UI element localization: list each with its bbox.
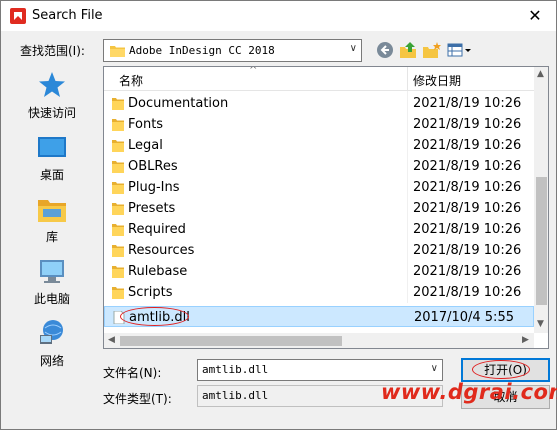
file-name: Required: [128, 222, 186, 237]
scroll-down-icon[interactable]: ▼: [537, 319, 544, 329]
file-row[interactable]: Plug-Ins 2021/8/19 10:26: [104, 177, 534, 198]
file-name: Rulebase: [128, 264, 188, 279]
scroll-up-icon[interactable]: ▲: [537, 69, 544, 79]
annotation-circle: [120, 307, 189, 326]
place-quick-access[interactable]: 快速访问: [7, 66, 97, 126]
back-icon[interactable]: [376, 41, 396, 61]
column-header-name[interactable]: 名称: [119, 72, 143, 89]
file-list-header: ^ 名称 修改日期: [104, 67, 534, 91]
file-date: 2017/10/4 5:55: [414, 310, 514, 325]
filename-value[interactable]: amtlib.dll: [202, 363, 268, 376]
filename-label: 文件名(N):: [103, 366, 162, 380]
file-row[interactable]: OBLRes 2021/8/19 10:26: [104, 156, 534, 177]
file-name: Scripts: [128, 285, 173, 300]
filetype-label: 文件类型(T):: [103, 392, 172, 406]
file-name: Presets: [128, 201, 176, 216]
file-row[interactable]: Rulebase 2021/8/19 10:26: [104, 261, 534, 282]
file-name: Plug-Ins: [128, 180, 180, 195]
place-label: 桌面: [39, 168, 64, 182]
new-folder-icon[interactable]: [422, 41, 442, 61]
view-menu-icon[interactable]: [447, 41, 473, 61]
chevron-down-icon: ∨: [349, 43, 357, 54]
window-title: Search File: [32, 8, 103, 23]
file-list[interactable]: ^ 名称 修改日期 Documentation 2021/8/19 10:26 Fo…: [103, 66, 549, 349]
file-row[interactable]: Presets 2021/8/19 10:26: [104, 198, 534, 219]
file-date: 2021/8/19 10:26: [413, 96, 522, 111]
scroll-thumb[interactable]: [120, 336, 342, 346]
folder-icon: [112, 161, 124, 173]
place-this-pc[interactable]: 此电脑: [7, 252, 97, 312]
quick-access-icon: [37, 70, 67, 100]
file-row[interactable]: Legal 2021/8/19 10:26: [104, 135, 534, 156]
title-bar: Search File ✕: [1, 1, 556, 31]
file-name: Legal: [128, 138, 163, 153]
file-date: 2021/8/19 10:26: [413, 285, 522, 300]
file-date: 2021/8/19 10:26: [413, 264, 522, 279]
look-in-dropdown[interactable]: Adobe InDesign CC 2018 ∨: [103, 39, 362, 62]
horizontal-scrollbar[interactable]: ◀ ▶: [104, 333, 534, 348]
folder-icon: [112, 224, 124, 236]
file-date: 2021/8/19 10:26: [413, 138, 522, 153]
folder-icon: [112, 266, 124, 278]
place-label: 库: [45, 230, 58, 244]
file-row-selected[interactable]: amtlib.dll 2017/10/4 5:55: [104, 306, 534, 327]
folder-icon: [112, 182, 124, 194]
filetype-value: amtlib.dll: [202, 389, 269, 402]
file-name: Resources: [128, 243, 195, 258]
file-row[interactable]: Scripts 2021/8/19 10:26: [104, 282, 534, 303]
desktop-icon: [37, 132, 67, 162]
this-pc-icon: [37, 256, 67, 286]
column-separator[interactable]: [407, 67, 408, 91]
place-label: 快速访问: [27, 106, 76, 120]
file-date: 2021/8/19 10:26: [413, 201, 522, 216]
file-date: 2021/8/19 10:26: [413, 117, 522, 132]
app-icon: [10, 8, 26, 24]
place-network[interactable]: 网络: [7, 314, 97, 374]
file-date: 2021/8/19 10:26: [413, 159, 522, 174]
up-folder-icon[interactable]: [399, 41, 419, 61]
filename-input[interactable]: amtlib.dll ∨: [197, 359, 443, 381]
folder-icon: [112, 98, 124, 110]
watermark: www.dgrai.com: [381, 380, 557, 404]
column-header-date[interactable]: 修改日期: [413, 72, 461, 89]
place-label: 网络: [39, 354, 64, 368]
file-name: OBLRes: [128, 159, 178, 174]
folder-icon: [112, 287, 124, 299]
places-bar: 快速访问 桌面 库 此电脑 网络: [7, 66, 97, 386]
close-button[interactable]: ✕: [521, 5, 549, 27]
sort-ascending-icon: ^: [249, 66, 258, 76]
folder-icon: [112, 245, 124, 257]
place-libraries[interactable]: 库: [7, 190, 97, 250]
look-in-label: 查找范围(I):: [20, 44, 85, 58]
file-row[interactable]: Required 2021/8/19 10:26: [104, 219, 534, 240]
file-date: 2021/8/19 10:26: [413, 243, 522, 258]
file-row[interactable]: Documentation 2021/8/19 10:26: [104, 93, 534, 114]
look-in-value: Adobe InDesign CC 2018: [129, 44, 275, 57]
network-icon: [37, 318, 67, 348]
place-desktop[interactable]: 桌面: [7, 128, 97, 188]
file-name: Documentation: [128, 96, 229, 111]
folder-icon: [110, 46, 125, 57]
file-date: 2021/8/19 10:26: [413, 180, 522, 195]
scroll-right-icon[interactable]: ▶: [522, 335, 529, 345]
chevron-down-icon[interactable]: ∨: [431, 363, 438, 374]
file-row[interactable]: Fonts 2021/8/19 10:26: [104, 114, 534, 135]
folder-icon: [112, 140, 124, 152]
folder-icon: [112, 119, 124, 131]
place-label: 此电脑: [33, 292, 70, 306]
vertical-scrollbar[interactable]: ▲ ▼: [534, 67, 548, 333]
folder-icon: [112, 203, 124, 215]
open-button[interactable]: 打开(O): [461, 358, 550, 382]
file-name: Fonts: [128, 117, 164, 132]
search-file-dialog: Search File ✕ 查找范围(I): Adobe InDesign CC…: [0, 0, 557, 430]
annotation-circle: [472, 360, 530, 379]
file-date: 2021/8/19 10:26: [413, 222, 522, 237]
libraries-icon: [37, 194, 67, 224]
file-row[interactable]: Resources 2021/8/19 10:26: [104, 240, 534, 261]
scroll-thumb[interactable]: [536, 177, 547, 305]
scroll-left-icon[interactable]: ◀: [108, 335, 115, 345]
